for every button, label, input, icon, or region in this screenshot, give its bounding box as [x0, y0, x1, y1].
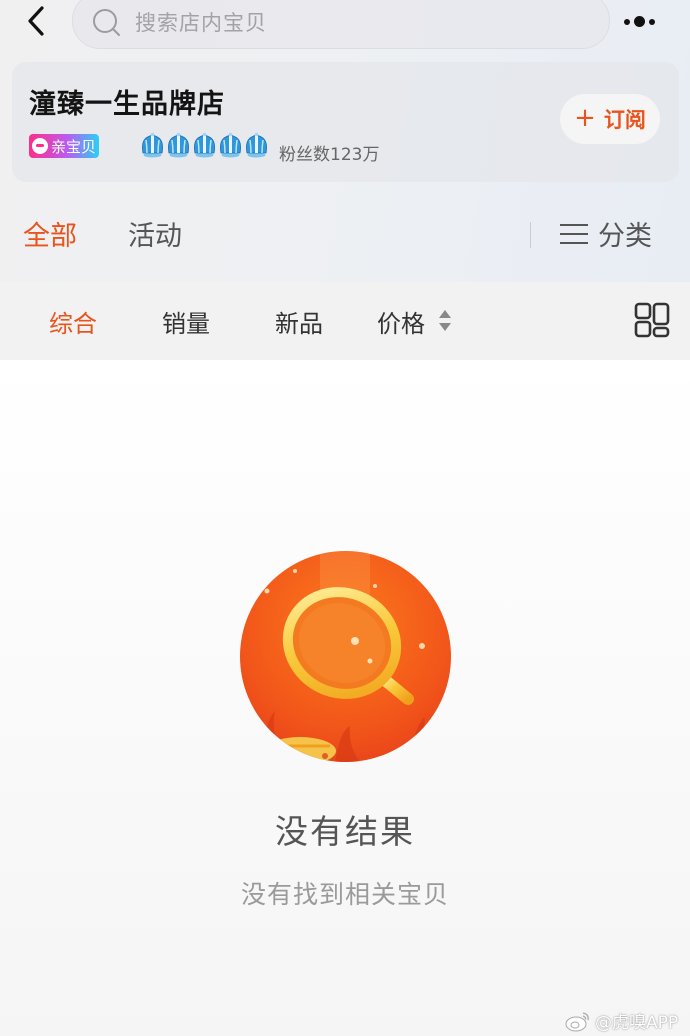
magnifier-underwater-illustration [240, 551, 451, 762]
empty-title: 没有结果 [275, 812, 415, 851]
subscribe-label: 订阅 [603, 108, 646, 132]
store-tabs: 全部 活动 分类 [0, 200, 690, 270]
empty-subtitle: 没有找到相关宝贝 [240, 880, 449, 909]
sort-bar: 综合 销量 新品 价格 [0, 282, 690, 360]
sort-comprehensive[interactable]: 综合 [49, 304, 97, 339]
subscribe-button[interactable]: + 订阅 [560, 94, 660, 144]
blue-crown-icon [246, 132, 267, 158]
category-button[interactable]: 分类 [560, 214, 652, 253]
fans-count: 粉丝数123万 [279, 145, 380, 165]
sort-new[interactable]: 新品 [275, 304, 323, 339]
back-button[interactable] [22, 4, 52, 38]
blue-crown-icon [194, 132, 215, 158]
blue-crown-icon [142, 132, 163, 158]
tab-divider [530, 222, 531, 248]
list-icon [560, 223, 588, 245]
plus-icon: + [574, 103, 596, 133]
blue-crown-icon [168, 132, 189, 158]
tab-activity[interactable]: 活动 [128, 214, 182, 253]
blue-crown-icon [220, 132, 241, 158]
qin-baobei-badge: 亲宝贝 [29, 134, 99, 158]
category-label: 分类 [598, 221, 652, 252]
results-area: 没有结果 没有找到相关宝贝 [0, 360, 690, 1036]
sort-sales[interactable]: 销量 [162, 304, 210, 339]
search-icon [93, 9, 120, 36]
sort-price[interactable]: 价格 [377, 304, 425, 339]
search-input[interactable]: 搜索店内宝贝 [72, 0, 610, 49]
store-rating-crowns [140, 132, 269, 158]
store-name[interactable]: 潼臻一生品牌店 [29, 82, 225, 121]
search-placeholder: 搜索店内宝贝 [135, 11, 267, 35]
qin-logo-icon [32, 138, 48, 154]
sort-up-down-icon[interactable] [438, 308, 452, 334]
header: 搜索店内宝贝 [0, 0, 690, 50]
watermark: @虎嗅APP [565, 1008, 678, 1033]
weibo-icon [565, 1011, 589, 1031]
badge-label: 亲宝贝 [51, 137, 97, 156]
watermark-text: @虎嗅APP [595, 1013, 679, 1033]
store-card: 潼臻一生品牌店 亲宝贝 粉丝数123万 + 订阅 [12, 62, 679, 182]
tab-all[interactable]: 全部 [23, 214, 77, 253]
more-button[interactable] [620, 10, 660, 34]
grid-view-icon[interactable] [634, 302, 670, 338]
chevron-left-icon [28, 6, 44, 36]
